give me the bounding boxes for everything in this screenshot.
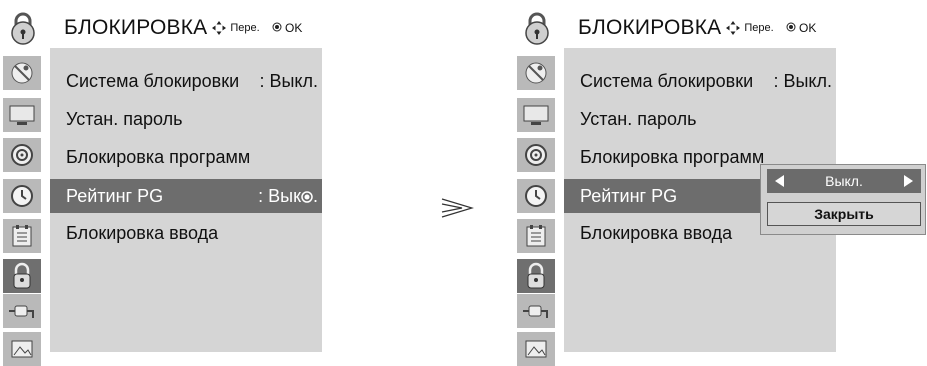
menu-header: БЛОКИРОВКА Пере. OK [50,8,322,48]
pg-rating-selector[interactable]: Выкл. [767,169,921,193]
calendar-icon[interactable] [517,219,555,253]
menu-panel-before: БЛОКИРОВКА Пере. OK Система блокировки :… [0,8,322,366]
screen-icon[interactable] [517,98,555,132]
ok-hint: OK [786,21,817,35]
menu-title: БЛОКИРОВКА [64,16,208,39]
screen-icon[interactable] [3,98,41,132]
plug-icon[interactable] [3,294,41,328]
move-arrows-icon [726,21,741,35]
clock-icon[interactable] [3,179,41,213]
navigation-hint: Пере. OK [725,20,816,36]
menu-item-label: Рейтинг PG [580,185,678,206]
lock-icon[interactable] [3,259,41,293]
menu-title: БЛОКИРОВКА [578,16,722,39]
menu-item-label: Блокировка программ [580,146,765,167]
navigation-hint: Пере. OK [211,20,302,36]
menu-item-label: Система блокировки [66,70,240,91]
pg-rating-popup-value: Выкл. [825,173,863,189]
satellite-icon[interactable] [517,56,555,90]
photo-icon[interactable] [3,332,41,366]
calendar-icon[interactable] [3,219,41,253]
clock-icon[interactable] [517,179,555,213]
close-button[interactable]: Закрыть [767,202,921,226]
menu-item-pg-rating[interactable]: Рейтинг PG : Вык. [50,179,322,213]
menu-item-label: Устан. пароль [580,108,697,129]
menu-item-lock-system[interactable]: Система блокировки : Выкл. [564,64,836,98]
arrow-left-icon[interactable] [775,175,784,187]
menu-item-value: : Выкл. [259,70,318,91]
sidebar [514,8,559,366]
next-step-arrow-icon [440,197,475,224]
lock-icon[interactable] [517,259,555,293]
ok-hint-label: OK [285,21,303,35]
menu-item-value: : Вык. [258,185,318,206]
move-hint-label: Пере. [744,22,774,34]
menu-item-label: Система блокировки [580,70,754,91]
photo-icon[interactable] [517,332,555,366]
pg-rating-popup: Выкл. Закрыть [760,164,926,235]
ok-hint: OK [272,21,303,35]
menu-item-set-password[interactable]: Устан. пароль [50,102,322,136]
menu-item-block-program[interactable]: Блокировка программ [50,140,322,174]
menu-item-label: Блокировка ввода [66,222,219,243]
ok-button-icon [301,190,313,203]
menu-item-label: Блокировка программ [66,146,251,167]
ok-button-icon [272,22,282,32]
arrow-right-icon[interactable] [904,175,913,187]
ok-hint-label: OK [799,21,817,35]
move-arrows-icon [212,21,227,35]
menu-item-input-block[interactable]: Блокировка ввода [50,216,322,250]
menu-header: БЛОКИРОВКА Пере. OK [564,8,836,48]
menu-item-label: Устан. пароль [66,108,183,129]
menu-item-lock-system[interactable]: Система блокировки : Выкл. [50,64,322,98]
lock-menu-icon [0,8,45,48]
plug-icon[interactable] [517,294,555,328]
ok-button-icon [786,22,796,32]
speaker-icon[interactable] [3,138,41,172]
speaker-icon[interactable] [517,138,555,172]
menu-item-label: Блокировка ввода [580,222,733,243]
lock-menu-icon [514,8,559,48]
pg-rating-value: : Вык [258,185,301,206]
sidebar [0,8,45,366]
menu-item-value: : Выкл. [773,70,832,91]
move-hint-label: Пере. [230,22,260,34]
menu-list: Система блокировки : Выкл. Устан. пароль… [50,48,322,352]
satellite-icon[interactable] [3,56,41,90]
menu-item-label: Рейтинг PG [66,185,164,206]
menu-item-set-password[interactable]: Устан. пароль [564,102,836,136]
